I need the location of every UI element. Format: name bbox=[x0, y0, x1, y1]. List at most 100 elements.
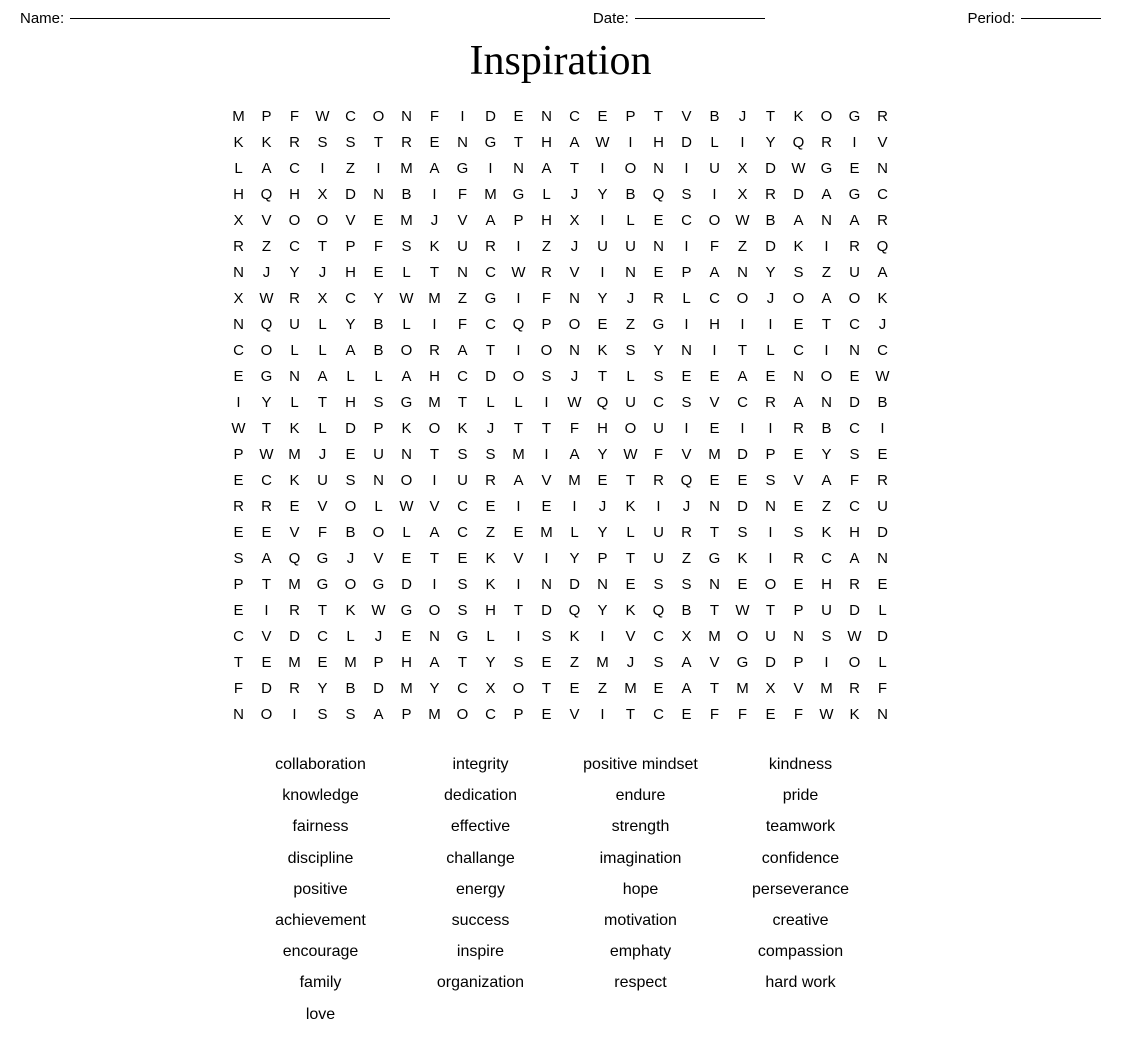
grid-cell: M bbox=[281, 649, 309, 675]
grid-cell: E bbox=[729, 571, 757, 597]
grid-cell: D bbox=[281, 623, 309, 649]
grid-cell: T bbox=[421, 545, 449, 571]
date-field: Date: bbox=[593, 10, 765, 27]
grid-cell: L bbox=[309, 337, 337, 363]
grid-cell: O bbox=[337, 571, 365, 597]
grid-cell: E bbox=[225, 467, 253, 493]
grid-cell: T bbox=[505, 415, 533, 441]
grid-cell: E bbox=[533, 493, 561, 519]
grid-row: CVDCLJENGLISKIVCXMOUNSWD bbox=[225, 623, 897, 649]
word-item: pride bbox=[721, 782, 881, 809]
grid-cell: N bbox=[869, 155, 897, 181]
grid-cell: V bbox=[337, 207, 365, 233]
grid-cell: Y bbox=[337, 311, 365, 337]
grid-cell: I bbox=[673, 311, 701, 337]
grid-cell: V bbox=[309, 493, 337, 519]
grid-cell: G bbox=[449, 623, 477, 649]
grid-cell: W bbox=[589, 129, 617, 155]
grid-cell: D bbox=[253, 675, 281, 701]
grid-cell: T bbox=[617, 545, 645, 571]
grid-cell: V bbox=[701, 649, 729, 675]
grid-cell: R bbox=[533, 259, 561, 285]
grid-cell: V bbox=[701, 389, 729, 415]
grid-cell: J bbox=[561, 181, 589, 207]
grid-cell: I bbox=[561, 493, 589, 519]
grid-cell: W bbox=[393, 493, 421, 519]
grid-cell: Q bbox=[869, 233, 897, 259]
grid-cell: H bbox=[421, 363, 449, 389]
grid-cell: Q bbox=[673, 467, 701, 493]
grid-cell: P bbox=[533, 311, 561, 337]
grid-cell: T bbox=[449, 649, 477, 675]
grid-cell: U bbox=[645, 519, 673, 545]
grid-cell: Y bbox=[589, 285, 617, 311]
grid-cell: I bbox=[505, 337, 533, 363]
grid-cell: E bbox=[393, 623, 421, 649]
grid-cell: N bbox=[673, 337, 701, 363]
grid-cell: O bbox=[533, 337, 561, 363]
grid-cell: X bbox=[673, 623, 701, 649]
grid-cell: L bbox=[617, 363, 645, 389]
grid-cell: I bbox=[225, 389, 253, 415]
grid-cell: L bbox=[477, 623, 505, 649]
grid-cell: S bbox=[533, 623, 561, 649]
grid-cell: A bbox=[253, 155, 281, 181]
grid-cell: E bbox=[673, 701, 701, 727]
grid-row: NQULYBLIFCQPOEZGIHIIETCJ bbox=[225, 311, 897, 337]
grid-cell: O bbox=[505, 363, 533, 389]
grid-cell: L bbox=[337, 363, 365, 389]
grid-cell: N bbox=[869, 701, 897, 727]
grid-cell: I bbox=[729, 311, 757, 337]
grid-cell: N bbox=[225, 259, 253, 285]
grid-cell: K bbox=[477, 571, 505, 597]
word-item: confidence bbox=[721, 845, 881, 872]
grid-cell: W bbox=[785, 155, 813, 181]
grid-cell: C bbox=[785, 337, 813, 363]
grid-cell: I bbox=[869, 415, 897, 441]
grid-cell: L bbox=[533, 181, 561, 207]
grid-row: ECKUSNOIURAVMETRQEESVAFR bbox=[225, 467, 897, 493]
grid-cell: A bbox=[673, 649, 701, 675]
grid-cell: M bbox=[701, 623, 729, 649]
grid-cell: E bbox=[869, 571, 897, 597]
grid-cell: E bbox=[253, 649, 281, 675]
grid-cell: D bbox=[757, 233, 785, 259]
grid-cell: P bbox=[225, 571, 253, 597]
grid-cell: G bbox=[393, 389, 421, 415]
grid-cell: A bbox=[477, 207, 505, 233]
grid-cell: I bbox=[505, 233, 533, 259]
grid-cell: S bbox=[813, 623, 841, 649]
grid-cell: Y bbox=[309, 675, 337, 701]
grid-cell: A bbox=[841, 545, 869, 571]
grid-cell: T bbox=[813, 311, 841, 337]
grid-cell: L bbox=[505, 389, 533, 415]
grid-cell: G bbox=[505, 181, 533, 207]
grid-cell: K bbox=[617, 597, 645, 623]
grid-cell: I bbox=[589, 701, 617, 727]
grid-cell: C bbox=[225, 337, 253, 363]
grid-cell: L bbox=[337, 623, 365, 649]
grid-cell: Y bbox=[757, 259, 785, 285]
grid-cell: R bbox=[869, 103, 897, 129]
grid-cell: A bbox=[421, 649, 449, 675]
grid-cell: N bbox=[225, 311, 253, 337]
grid-cell: O bbox=[729, 623, 757, 649]
grid-cell: N bbox=[729, 259, 757, 285]
grid-cell: Z bbox=[729, 233, 757, 259]
grid-cell: M bbox=[393, 207, 421, 233]
grid-cell: I bbox=[757, 519, 785, 545]
grid-cell: J bbox=[309, 441, 337, 467]
grid-cell: N bbox=[785, 363, 813, 389]
grid-cell: N bbox=[393, 441, 421, 467]
grid-cell: R bbox=[225, 233, 253, 259]
grid-cell: U bbox=[869, 493, 897, 519]
grid-cell: N bbox=[757, 493, 785, 519]
grid-cell: W bbox=[365, 597, 393, 623]
grid-cell: A bbox=[505, 467, 533, 493]
grid-cell: C bbox=[869, 181, 897, 207]
grid-cell: Y bbox=[813, 441, 841, 467]
grid-cell: E bbox=[869, 441, 897, 467]
grid-cell: V bbox=[281, 519, 309, 545]
grid-cell: Z bbox=[813, 493, 841, 519]
grid-row: FDRYBDMYCXOTEZMEATMXVMRF bbox=[225, 675, 897, 701]
